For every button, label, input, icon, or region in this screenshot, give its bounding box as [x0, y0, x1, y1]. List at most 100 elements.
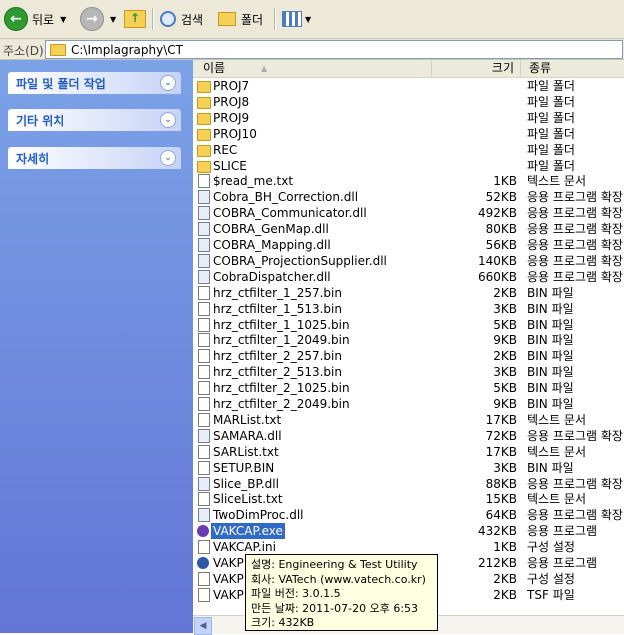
file-name: COBRA_GenMap.dll: [213, 222, 329, 237]
file-name: hrz_ctfilter_2_513.bin: [213, 365, 342, 380]
tooltip-description: 설명: Engineering & Test Utility: [251, 558, 418, 571]
file-type: 텍스트 문서: [527, 412, 587, 427]
file-name: PROJ8: [213, 94, 250, 109]
task-other-places[interactable]: 기타 위치 ⌄: [8, 109, 181, 131]
file-row[interactable]: hrz_ctfilter_2_513.bin 3KB BIN 파일: [193, 364, 624, 380]
file-name: TwoDimProc.dll: [213, 508, 304, 523]
file-row[interactable]: PROJ9 파일 폴더: [193, 110, 624, 126]
file-row[interactable]: SLICE 파일 폴더: [193, 158, 624, 174]
dll-file-icon: [198, 253, 210, 268]
up-folder-icon: ↑: [124, 10, 146, 28]
file-type: TSF 파일: [527, 587, 575, 602]
file-row[interactable]: PROJ8 파일 폴더: [193, 94, 624, 110]
file-row[interactable]: COBRA_Communicator.dll 492KB 응용 프로그램 확장: [193, 205, 624, 221]
file-row[interactable]: COBRA_GenMap.dll 80KB 응용 프로그램 확장: [193, 221, 624, 237]
column-name[interactable]: 이름 ▲: [193, 60, 432, 77]
chevron-down-icon[interactable]: ⌄: [160, 112, 176, 128]
file-size: 492KB: [477, 206, 517, 221]
file-row[interactable]: hrz_ctfilter_1_513.bin 3KB BIN 파일: [193, 301, 624, 317]
folder-icon: [197, 160, 211, 173]
file-row[interactable]: hrz_ctfilter_1_257.bin 2KB BIN 파일: [193, 285, 624, 301]
address-path: C:\Implagraphy\CT: [71, 42, 183, 57]
file-name: PROJ10: [213, 126, 257, 141]
file-type: 응용 프로그램 확장: [527, 476, 623, 491]
file-row[interactable]: hrz_ctfilter_1_2049.bin 9KB BIN 파일: [193, 332, 624, 348]
tooltip-size: 크기: 432KB: [251, 616, 315, 629]
file-row[interactable]: hrz_ctfilter_2_1025.bin 5KB BIN 파일: [193, 380, 624, 396]
dll-file-icon: [198, 508, 210, 523]
folder-icon: [197, 128, 211, 141]
file-type: BIN 파일: [527, 460, 574, 475]
chevron-down-icon[interactable]: ⌄: [160, 75, 176, 91]
views-button[interactable]: ▼: [282, 6, 311, 32]
file-type: BIN 파일: [527, 285, 574, 300]
file-row[interactable]: SETUP.BIN 3KB BIN 파일: [193, 460, 624, 476]
file-type: BIN 파일: [527, 397, 574, 411]
folders-button[interactable]: 폴더: [218, 6, 263, 32]
file-row[interactable]: hrz_ctfilter_2_2049.bin 9KB BIN 파일: [193, 396, 624, 412]
search-icon: [160, 11, 176, 27]
file-row[interactable]: Cobra_BH_Correction.dll 52KB 응용 프로그램 확장: [193, 189, 624, 205]
file-type: BIN 파일: [527, 317, 574, 332]
file-row[interactable]: SliceList.txt 15KB 텍스트 문서: [193, 491, 624, 507]
file-row[interactable]: VAKCAP.ini 1KB 구성 설정: [193, 539, 624, 555]
file-type: 파일 폴더: [527, 79, 575, 93]
file-row[interactable]: COBRA_Mapping.dll 56KB 응용 프로그램 확장: [193, 237, 624, 253]
file-type: BIN 파일: [527, 381, 574, 396]
file-size: 212KB: [477, 556, 517, 570]
column-type[interactable]: 종류: [521, 60, 624, 77]
views-dropdown-icon: ▼: [305, 14, 312, 24]
back-dropdown-icon[interactable]: ▼: [60, 15, 66, 24]
file-type: 응용 프로그램: [527, 524, 598, 539]
address-label: 주소(D): [3, 44, 44, 58]
scroll-left-icon[interactable]: ◀: [194, 617, 212, 635]
dll-file-icon: [198, 222, 210, 237]
file-tooltip: 설명: Engineering & Test Utility 회사: VATec…: [245, 554, 438, 631]
file-row[interactable]: hrz_ctfilter_2_257.bin 2KB BIN 파일: [193, 348, 624, 364]
document-icon: [198, 174, 210, 189]
file-name: VAKP: [213, 556, 244, 570]
document-icon: [198, 412, 210, 427]
column-size[interactable]: 크기: [432, 60, 521, 77]
file-row[interactable]: SAMARA.dll 72KB 응용 프로그램 확장: [193, 428, 624, 444]
file-row[interactable]: PROJ10 파일 폴더: [193, 126, 624, 142]
chevron-down-icon[interactable]: ⌄: [160, 150, 176, 166]
file-row[interactable]: $read_me.txt 1KB 텍스트 문서: [193, 173, 624, 189]
dll-file-icon: [198, 238, 210, 252]
file-row[interactable]: COBRA_ProjectionSupplier.dll 140KB 응용 프로그램…: [193, 253, 624, 269]
file-size: 80KB: [485, 222, 517, 237]
back-button[interactable]: ← 뒤로 ▼: [4, 6, 66, 32]
file-row[interactable]: SARList.txt 17KB 텍스트 문서: [193, 444, 624, 460]
document-icon: [198, 444, 210, 459]
document-icon: [198, 492, 210, 507]
file-row[interactable]: hrz_ctfilter_1_1025.bin 5KB BIN 파일: [193, 317, 624, 333]
forward-button[interactable]: → ▼: [80, 6, 116, 32]
document-icon: [198, 381, 210, 396]
file-name: SAMARA.dll: [213, 428, 282, 443]
file-type: 파일 폴더: [527, 110, 575, 125]
file-row[interactable]: Slice_BP.dll 88KB 응용 프로그램 확장: [193, 476, 624, 492]
file-name: VAKP: [213, 587, 244, 602]
task-details[interactable]: 자세히 ⌄: [8, 147, 181, 169]
file-row[interactable]: MARList.txt 17KB 텍스트 문서: [193, 412, 624, 428]
search-button[interactable]: 검색: [160, 6, 203, 32]
file-row[interactable]: REC 파일 폴더: [193, 142, 624, 158]
file-size: 3KB: [493, 365, 517, 380]
file-type: 응용 프로그램 확장: [527, 253, 623, 268]
task-label: 자세히: [16, 151, 50, 166]
folder-icon: [50, 43, 66, 56]
file-row[interactable]: PROJ7 파일 폴더: [193, 78, 624, 94]
file-row[interactable]: CobraDispatcher.dll 660KB 응용 프로그램 확장: [193, 269, 624, 285]
dll-file-icon: [198, 190, 210, 205]
file-row[interactable]: VAKCAP.exe 432KB 응용 프로그램: [193, 523, 624, 540]
file-name: CobraDispatcher.dll: [213, 269, 331, 284]
file-row[interactable]: TwoDimProc.dll 64KB 응용 프로그램 확장: [193, 507, 624, 523]
address-input[interactable]: C:\Implagraphy\CT: [45, 40, 623, 59]
file-type: 응용 프로그램 확장: [527, 428, 623, 443]
back-label: 뒤로: [32, 12, 55, 27]
tooltip-created: 만든 날짜: 2011-07-20 오후 6:53: [251, 601, 419, 615]
up-folder-button[interactable]: ↑: [124, 6, 146, 32]
file-name: SLICE: [213, 158, 247, 173]
task-file-folder[interactable]: 파일 및 폴더 작업 ⌄: [8, 72, 181, 94]
file-name: SARList.txt: [213, 444, 279, 459]
